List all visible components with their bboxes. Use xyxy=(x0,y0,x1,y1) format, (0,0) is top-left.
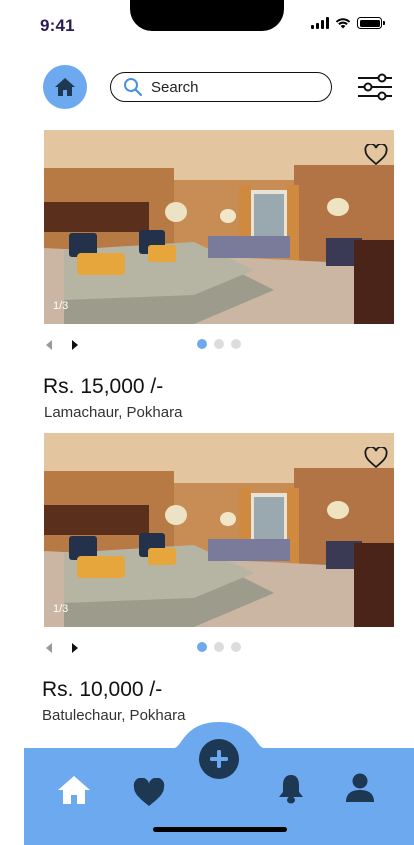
home-icon[interactable] xyxy=(57,775,91,805)
image-counter: 1/3 xyxy=(53,300,69,312)
status-time: 9:41 xyxy=(40,16,75,35)
arrow-left-icon[interactable] xyxy=(44,642,54,654)
filter-button[interactable] xyxy=(357,73,393,101)
image-nav xyxy=(44,642,80,654)
listing-location: Lamachaur, Pokhara xyxy=(44,404,183,421)
status-icons xyxy=(311,17,385,29)
favorite-button[interactable] xyxy=(364,142,388,166)
home-button[interactable] xyxy=(43,65,87,109)
favorite-button[interactable] xyxy=(364,445,388,469)
search-input[interactable] xyxy=(151,78,321,96)
search-bar[interactable] xyxy=(110,72,332,102)
wifi-icon xyxy=(335,18,351,29)
listing-price: Rs. 10,000 /- xyxy=(42,678,163,701)
home-icon xyxy=(55,78,75,96)
arrow-right-icon[interactable] xyxy=(70,642,80,654)
user-icon[interactable] xyxy=(345,773,375,803)
listing-photo[interactable]: 1/3 xyxy=(44,130,394,324)
search-icon xyxy=(124,78,143,97)
carousel-dot[interactable] xyxy=(231,642,241,652)
carousel-dots xyxy=(197,339,241,349)
carousel-dot[interactable] xyxy=(214,339,224,349)
image-nav xyxy=(44,339,80,351)
arrow-right-icon[interactable] xyxy=(70,339,80,351)
bottom-navigation xyxy=(24,722,414,845)
status-bar: 9:41 xyxy=(0,0,414,48)
device-notch xyxy=(130,0,284,31)
listing-photo[interactable]: 1/3 xyxy=(44,433,394,627)
carousel-dot[interactable] xyxy=(197,642,207,652)
bell-icon[interactable] xyxy=(278,773,304,805)
carousel-dots xyxy=(197,642,241,652)
battery-icon xyxy=(357,17,385,29)
hotel-room-image xyxy=(44,130,394,324)
plus-icon xyxy=(210,750,228,768)
carousel-dot[interactable] xyxy=(231,339,241,349)
image-counter: 1/3 xyxy=(53,603,69,615)
heart-outline-icon xyxy=(364,445,388,469)
carousel-dot[interactable] xyxy=(214,642,224,652)
listing-card[interactable]: 1/3 Rs. 10,000 /- Batulechaur, Pokhara xyxy=(42,433,396,724)
heart-icon[interactable] xyxy=(133,778,165,807)
add-listing-button[interactable] xyxy=(199,739,239,779)
arrow-left-icon[interactable] xyxy=(44,339,54,351)
cellular-signal-icon xyxy=(311,17,329,29)
listing-price: Rs. 15,000 /- xyxy=(43,375,164,398)
sliders-icon xyxy=(358,73,392,101)
listing-card[interactable]: 1/3 Rs. 15,000 /- Lamachaur, Pokhara xyxy=(42,130,396,430)
carousel-dot[interactable] xyxy=(197,339,207,349)
hotel-room-image xyxy=(44,433,394,627)
heart-outline-icon xyxy=(364,142,388,166)
home-indicator xyxy=(153,827,287,832)
